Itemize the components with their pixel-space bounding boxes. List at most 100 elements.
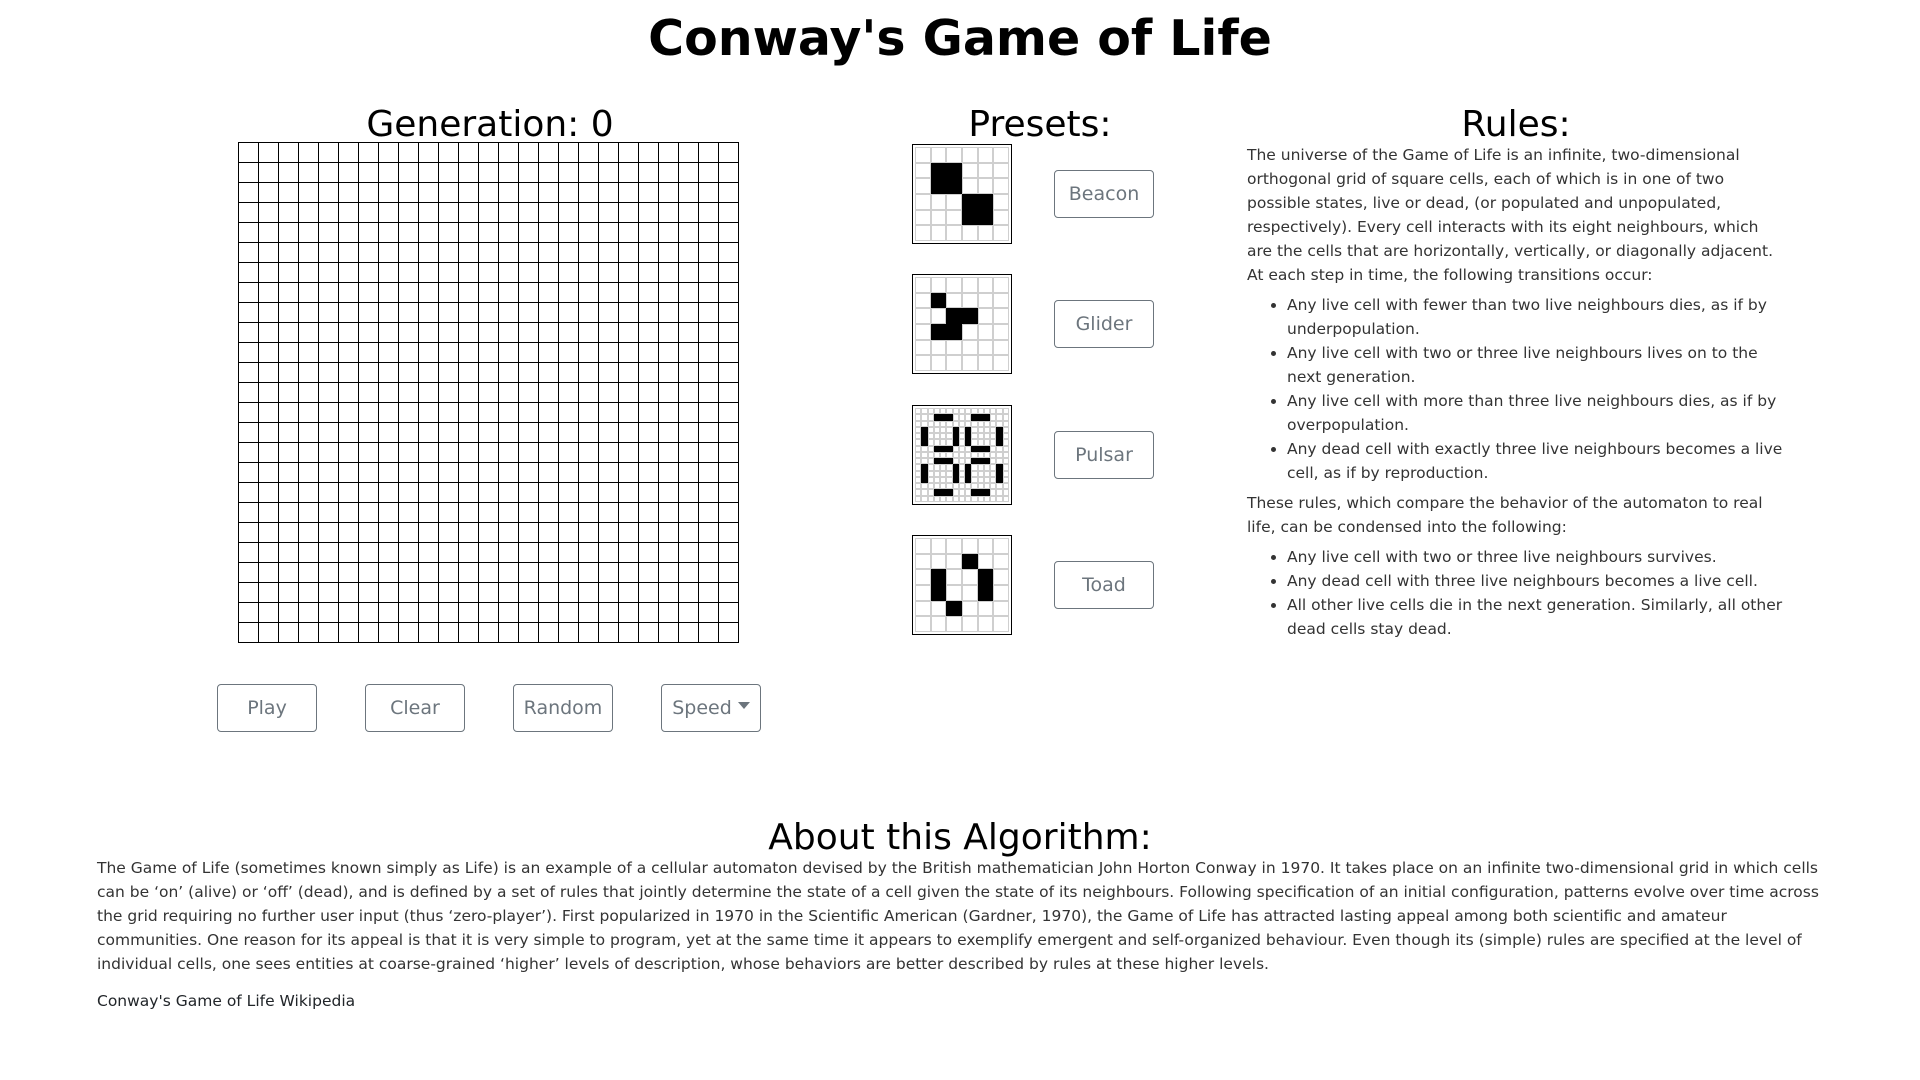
board-cell[interactable]: [559, 383, 579, 403]
board-cell[interactable]: [479, 203, 499, 223]
board-cell[interactable]: [419, 163, 439, 183]
board-cell[interactable]: [479, 323, 499, 343]
board-cell[interactable]: [419, 623, 439, 643]
board-cell[interactable]: [419, 183, 439, 203]
board-cell[interactable]: [459, 383, 479, 403]
board-cell[interactable]: [339, 523, 359, 543]
wikipedia-link[interactable]: Conway's Game of Life Wikipedia: [97, 992, 355, 1010]
board-cell[interactable]: [419, 523, 439, 543]
board-cell[interactable]: [539, 203, 559, 223]
board-cell[interactable]: [479, 223, 499, 243]
board-cell[interactable]: [299, 463, 319, 483]
board-cell[interactable]: [619, 243, 639, 263]
board-cell[interactable]: [459, 623, 479, 643]
board-cell[interactable]: [439, 363, 459, 383]
board-cell[interactable]: [499, 143, 519, 163]
game-board[interactable]: [238, 142, 739, 643]
board-cell[interactable]: [619, 443, 639, 463]
board-cell[interactable]: [319, 363, 339, 383]
board-cell[interactable]: [659, 623, 679, 643]
board-cell[interactable]: [659, 263, 679, 283]
board-cell[interactable]: [279, 623, 299, 643]
board-cell[interactable]: [439, 483, 459, 503]
board-cell[interactable]: [479, 583, 499, 603]
board-cell[interactable]: [499, 183, 519, 203]
board-cell[interactable]: [699, 543, 719, 563]
board-cell[interactable]: [239, 163, 259, 183]
board-cell[interactable]: [259, 523, 279, 543]
board-cell[interactable]: [379, 623, 399, 643]
board-cell[interactable]: [719, 423, 739, 443]
board-cell[interactable]: [519, 483, 539, 503]
board-cell[interactable]: [399, 443, 419, 463]
board-cell[interactable]: [599, 363, 619, 383]
board-cell[interactable]: [699, 263, 719, 283]
board-cell[interactable]: [379, 443, 399, 463]
board-cell[interactable]: [619, 563, 639, 583]
board-cell[interactable]: [619, 203, 639, 223]
board-cell[interactable]: [239, 603, 259, 623]
board-cell[interactable]: [639, 263, 659, 283]
board-cell[interactable]: [599, 443, 619, 463]
board-cell[interactable]: [599, 423, 619, 443]
board-cell[interactable]: [279, 223, 299, 243]
board-cell[interactable]: [359, 543, 379, 563]
board-cell[interactable]: [579, 483, 599, 503]
board-cell[interactable]: [599, 403, 619, 423]
board-cell[interactable]: [619, 523, 639, 543]
board-cell[interactable]: [459, 203, 479, 223]
board-cell[interactable]: [239, 143, 259, 163]
board-cell[interactable]: [599, 563, 619, 583]
board-cell[interactable]: [519, 603, 539, 623]
preset-toad-button[interactable]: Toad: [1054, 561, 1154, 609]
board-cell[interactable]: [519, 243, 539, 263]
board-cell[interactable]: [279, 603, 299, 623]
board-cell[interactable]: [699, 323, 719, 343]
board-cell[interactable]: [339, 583, 359, 603]
board-cell[interactable]: [519, 263, 539, 283]
board-cell[interactable]: [379, 303, 399, 323]
board-cell[interactable]: [679, 523, 699, 543]
board-cell[interactable]: [619, 343, 639, 363]
board-cell[interactable]: [279, 363, 299, 383]
board-cell[interactable]: [579, 163, 599, 183]
board-cell[interactable]: [679, 343, 699, 363]
board-cell[interactable]: [459, 343, 479, 363]
board-cell[interactable]: [559, 363, 579, 383]
board-cell[interactable]: [399, 543, 419, 563]
board-cell[interactable]: [579, 583, 599, 603]
board-cell[interactable]: [239, 363, 259, 383]
board-cell[interactable]: [599, 383, 619, 403]
board-cell[interactable]: [279, 263, 299, 283]
board-cell[interactable]: [279, 463, 299, 483]
board-cell[interactable]: [719, 283, 739, 303]
board-cell[interactable]: [679, 223, 699, 243]
board-cell[interactable]: [459, 443, 479, 463]
board-cell[interactable]: [299, 323, 319, 343]
board-cell[interactable]: [359, 223, 379, 243]
board-cell[interactable]: [719, 343, 739, 363]
board-cell[interactable]: [279, 303, 299, 323]
board-cell[interactable]: [379, 243, 399, 263]
board-cell[interactable]: [319, 403, 339, 423]
board-cell[interactable]: [299, 183, 319, 203]
board-cell[interactable]: [359, 263, 379, 283]
preset-preview-pulsar[interactable]: [912, 405, 1012, 505]
board-cell[interactable]: [459, 363, 479, 383]
board-cell[interactable]: [239, 503, 259, 523]
board-cell[interactable]: [359, 243, 379, 263]
board-cell[interactable]: [279, 523, 299, 543]
board-cell[interactable]: [579, 603, 599, 623]
board-cell[interactable]: [459, 163, 479, 183]
board-cell[interactable]: [399, 623, 419, 643]
board-cell[interactable]: [659, 203, 679, 223]
board-cell[interactable]: [519, 423, 539, 443]
board-cell[interactable]: [459, 563, 479, 583]
board-cell[interactable]: [379, 343, 399, 363]
board-cell[interactable]: [579, 383, 599, 403]
board-cell[interactable]: [579, 443, 599, 463]
board-cell[interactable]: [259, 463, 279, 483]
board-cell[interactable]: [459, 523, 479, 543]
board-cell[interactable]: [339, 383, 359, 403]
board-cell[interactable]: [299, 543, 319, 563]
